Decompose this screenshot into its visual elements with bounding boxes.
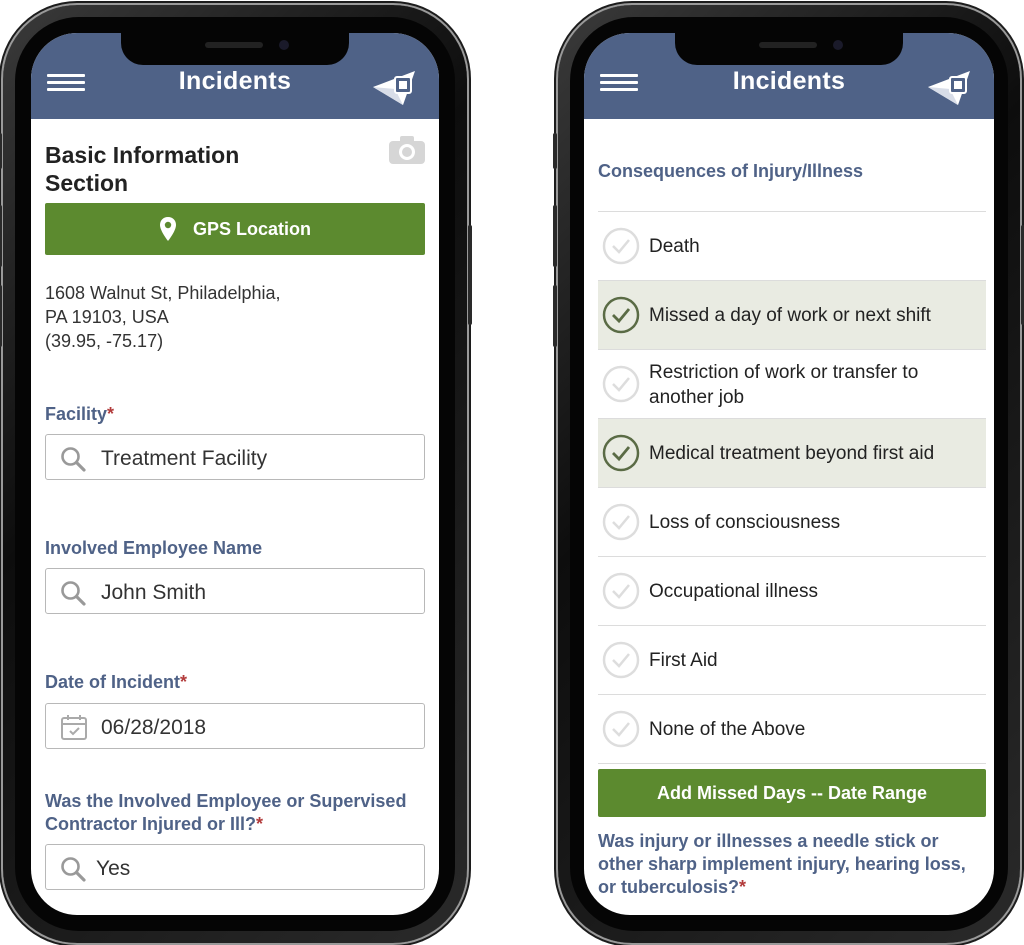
consequences-list: Death Missed a day of work or next shift…	[598, 211, 986, 764]
option-label: Occupational illness	[649, 581, 818, 602]
option-label: Missed a day of work or next shift	[649, 305, 931, 326]
front-camera	[279, 40, 289, 50]
right-phone-volume-up	[553, 205, 557, 267]
check-circle-icon	[602, 710, 640, 748]
option-occupational-illness[interactable]: Occupational illness	[598, 556, 986, 625]
option-label: Loss of consciousness	[649, 512, 841, 533]
gps-location-button[interactable]: GPS Location	[45, 203, 425, 255]
search-icon	[61, 581, 86, 606]
option-medical-treatment[interactable]: Medical treatment beyond first aid	[598, 418, 986, 487]
left-phone-mute-switch	[0, 133, 2, 169]
employee-name-label: Involved Employee Name	[45, 538, 263, 558]
address-line: 1608 Walnut St, Philadelphia,	[45, 283, 281, 303]
option-missed-day[interactable]: Missed a day of work or next shift	[598, 280, 986, 349]
right-phone-frame: Incidents Consequences of Injury/Illness…	[553, 5, 1024, 943]
left-phone-power-button	[468, 225, 472, 325]
check-circle-icon	[602, 296, 640, 334]
address-line: PA 19103, USA	[45, 307, 169, 327]
check-circle-icon	[602, 641, 640, 679]
option-loss-of-consciousness[interactable]: Loss of consciousness	[598, 487, 986, 556]
front-camera	[833, 40, 843, 50]
option-label: Medical treatment beyond first aid	[649, 443, 935, 464]
option-first-aid[interactable]: First Aid	[598, 625, 986, 694]
needle-stick-question-label: Was injury or illnesses a needle stick o…	[598, 831, 966, 897]
option-death[interactable]: Death	[598, 211, 986, 280]
check-circle-icon	[602, 434, 640, 472]
section-title: Basic Information Section	[45, 142, 240, 196]
required-marker: *	[107, 404, 115, 424]
date-of-incident-value: 06/28/2018	[101, 716, 207, 739]
employee-name-input[interactable]: John Smith	[45, 568, 425, 614]
required-marker: *	[180, 672, 188, 692]
right-phone-screen: Incidents Consequences of Injury/Illness…	[584, 33, 994, 915]
required-marker: *	[256, 814, 264, 834]
location-address: 1608 Walnut St, Philadelphia, PA 19103, …	[45, 281, 425, 353]
speaker-grille	[759, 42, 817, 48]
injured-input[interactable]: Yes	[45, 844, 425, 890]
right-phone-mute-switch	[553, 133, 557, 169]
option-label: None of the Above	[649, 719, 806, 740]
left-phone-volume-down	[0, 285, 2, 347]
camera-icon[interactable]	[388, 135, 426, 165]
option-label: First Aid	[649, 650, 718, 671]
check-circle-icon	[602, 227, 640, 265]
search-icon	[61, 447, 86, 472]
check-circle-icon	[602, 365, 640, 403]
app-logo-icon[interactable]	[373, 69, 419, 107]
facility-label: Facility*	[45, 404, 115, 424]
option-label: Restriction of work or transfer to anoth…	[649, 362, 919, 408]
add-missed-days-button[interactable]: Add Missed Days -- Date Range	[598, 769, 986, 817]
date-of-incident-input[interactable]: 06/28/2018	[45, 703, 425, 749]
add-missed-days-label: Add Missed Days -- Date Range	[656, 782, 928, 803]
search-icon	[61, 857, 86, 882]
injured-question-label: Was the Involved Employee or Supervised …	[45, 791, 407, 834]
consequences-title: Consequences of Injury/Illness	[598, 161, 864, 181]
option-none-of-the-above[interactable]: None of the Above	[598, 694, 986, 764]
left-phone-notch	[121, 33, 349, 65]
left-phone-screen: Incidents Basic Information Section GPS …	[31, 33, 439, 915]
date-of-incident-label: Date of Incident*	[45, 672, 188, 692]
left-phone-frame: Incidents Basic Information Section GPS …	[0, 5, 472, 943]
calendar-icon	[61, 715, 87, 740]
option-restriction[interactable]: Restriction of work or transfer to anoth…	[598, 349, 986, 418]
left-phone-volume-up	[0, 205, 2, 267]
gps-location-label: GPS Location	[192, 218, 311, 239]
check-circle-icon	[602, 572, 640, 610]
speaker-grille	[205, 42, 263, 48]
required-marker: *	[739, 877, 747, 897]
check-circle-icon	[602, 503, 640, 541]
right-phone-notch	[675, 33, 903, 65]
map-pin-icon	[159, 217, 176, 241]
app-logo-icon[interactable]	[928, 69, 974, 107]
facility-value: Treatment Facility	[101, 447, 268, 470]
injured-value: Yes	[96, 857, 131, 880]
option-label: Death	[649, 236, 700, 257]
facility-input[interactable]: Treatment Facility	[45, 434, 425, 480]
employee-name-value: John Smith	[101, 581, 207, 604]
address-coordinates: (39.95, -75.17)	[45, 331, 164, 351]
right-phone-volume-down	[553, 285, 557, 347]
